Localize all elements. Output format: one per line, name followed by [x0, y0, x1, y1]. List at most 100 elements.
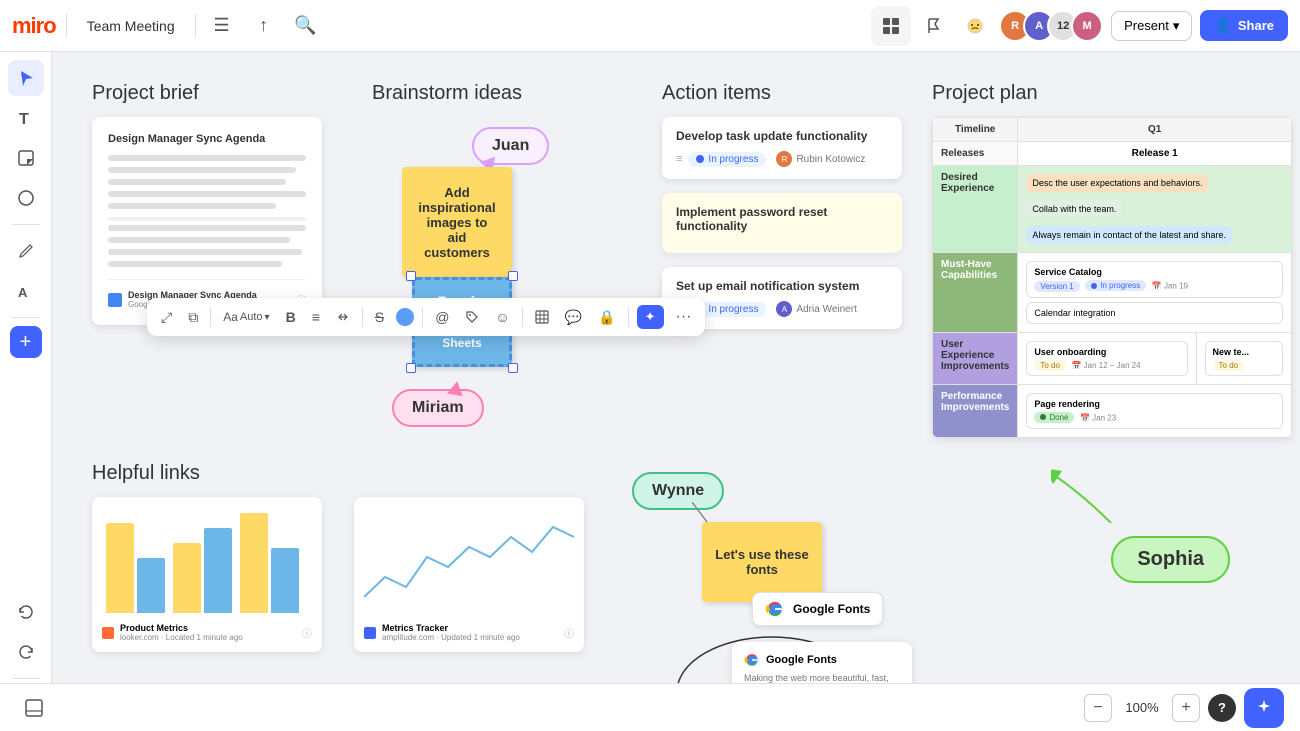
plan-card-collab: Collab with the team.	[1026, 200, 1122, 218]
ft-more[interactable]: ···	[672, 304, 696, 330]
sticky-tool[interactable]	[8, 140, 44, 176]
handle-br[interactable]	[508, 363, 518, 373]
calendar-card: Calendar integration	[1026, 302, 1283, 324]
svg-text:T: T	[19, 111, 29, 127]
help-button[interactable]: ?	[1208, 694, 1236, 722]
plan-th-timeline: Timeline	[933, 118, 1018, 142]
metrics-tracker-icon	[364, 627, 376, 639]
brief-card[interactable]: Design Manager Sync Agenda Design Manage…	[92, 117, 322, 325]
undo-tool[interactable]	[8, 594, 44, 630]
bar-chart	[102, 507, 312, 617]
in-progress-badge: In progress	[688, 152, 766, 167]
pen-tool[interactable]	[8, 233, 44, 269]
brief-divider	[108, 217, 306, 221]
product-metrics-text: Product Metrics looker.com · Located 1 m…	[120, 623, 243, 642]
share-button[interactable]: 👤 Share	[1200, 10, 1288, 41]
board-title[interactable]: Team Meeting	[77, 18, 185, 34]
google-fonts-badge[interactable]: Google Fonts	[752, 592, 883, 626]
v1-badge: Version 1	[1034, 281, 1079, 292]
ft-align[interactable]: ≡	[308, 305, 324, 329]
perf-cell: Page rendering Done 📅 Jan 23	[1018, 384, 1292, 437]
line-chart-container	[364, 507, 574, 617]
product-metrics-icon	[102, 627, 114, 639]
ft-size[interactable]: Aa Auto ▾	[219, 306, 273, 328]
zoom-minus-btn[interactable]: −	[1084, 694, 1112, 722]
ft-move[interactable]: ⤢	[157, 305, 176, 330]
present-button[interactable]: Present ▾	[1111, 11, 1192, 41]
handle-tr[interactable]	[508, 271, 518, 281]
miriam-bubble: Miriam	[392, 389, 484, 427]
onboarding-card: User onboarding To do 📅 Jan 12 – Jan 24	[1026, 341, 1187, 376]
handle-tl[interactable]	[406, 271, 416, 281]
service-catalog-card: Service Catalog Version 1 In progress 📅 …	[1026, 261, 1283, 298]
redo-tool[interactable]	[8, 634, 44, 670]
ux-cell-2: New te... To do	[1196, 332, 1291, 384]
card2-info-icon[interactable]: ⓘ	[564, 625, 574, 640]
project-plan-section: Project plan Timeline Q1 Releases Releas…	[932, 82, 1292, 438]
avatar-main: M	[1071, 10, 1103, 42]
action-card-3-title: Set up email notification system	[676, 279, 888, 293]
releases-label: Releases	[933, 142, 1018, 166]
action-card-2[interactable]: Implement password reset functionality	[662, 193, 902, 253]
zoom-percentage: 100%	[1120, 700, 1164, 715]
page-rendering-card: Page rendering Done 📅 Jan 23	[1026, 393, 1283, 429]
plan-th-q1: Q1	[1018, 118, 1292, 142]
ft-table[interactable]	[531, 306, 553, 328]
party-button[interactable]	[959, 10, 991, 42]
bottom-panel-btn[interactable]	[16, 690, 52, 726]
ft-color[interactable]	[396, 308, 414, 326]
card1-info-icon[interactable]: ⓘ	[302, 625, 312, 640]
ft-lock[interactable]: 🔒	[594, 305, 619, 330]
shape-tool[interactable]	[8, 180, 44, 216]
brief-line-7	[108, 237, 290, 243]
ft-link[interactable]	[332, 306, 354, 328]
brief-line-4	[108, 191, 306, 197]
todo-badge: To do	[1034, 360, 1066, 371]
helpful-links-section: Helpful links	[92, 462, 612, 652]
ft-copy[interactable]: ⧉	[184, 305, 202, 330]
project-brief-header: Project brief	[92, 82, 322, 105]
bar-b3	[271, 548, 299, 613]
action-card-1[interactable]: Develop task update functionality ≡ In p…	[662, 117, 902, 179]
ft-emoji[interactable]: ☺	[491, 305, 513, 329]
cursor-tool[interactable]	[8, 60, 44, 96]
flag-button[interactable]	[919, 10, 951, 42]
ft-magic[interactable]: ✦	[637, 305, 664, 329]
bar-b1	[137, 558, 165, 613]
bar-group-2	[173, 528, 232, 613]
todo-badge-2: To do	[1213, 360, 1245, 371]
menu-button[interactable]: ☰	[206, 10, 238, 42]
juan-bubble: Juan	[472, 127, 549, 165]
canvas: Project brief Design Manager Sync Agenda…	[52, 52, 1300, 683]
upload-button[interactable]: ↑	[248, 10, 280, 42]
topbar-separator	[66, 14, 67, 38]
product-metrics-card[interactable]: Product Metrics looker.com · Located 1 m…	[92, 497, 322, 652]
fonts-sticky[interactable]: Let's use these fonts	[702, 522, 822, 602]
magic-tools-button[interactable]	[1244, 688, 1284, 728]
zoom-plus-btn[interactable]: +	[1172, 694, 1200, 722]
search-button[interactable]: 🔍	[290, 10, 322, 42]
brief-line-6	[108, 225, 306, 231]
release1-cell: Release 1	[1018, 142, 1292, 166]
google-fonts-card[interactable]: Google Fonts Making the web more beautif…	[732, 642, 912, 683]
ft-tag[interactable]	[461, 306, 483, 328]
ft-strike[interactable]: S	[371, 305, 388, 329]
marker-tool[interactable]: A	[8, 273, 44, 309]
grid-view-button[interactable]	[871, 6, 911, 46]
ft-sep4	[522, 307, 523, 327]
svg-text:A: A	[18, 285, 28, 300]
topbar-right: R A 12 M Present ▾ 👤 Share	[871, 6, 1288, 46]
ft-bold[interactable]: B	[282, 305, 300, 329]
handle-bl[interactable]	[406, 363, 416, 373]
wynne-area: Wynne Let's use these fonts	[632, 472, 932, 510]
metrics-tracker-card[interactable]: Metrics Tracker amplitude.com · Updated …	[354, 497, 584, 652]
ft-mention[interactable]: @	[431, 305, 453, 329]
sophia-arrow	[1051, 463, 1131, 523]
text-tool[interactable]: T	[8, 100, 44, 136]
project-plan-header: Project plan	[932, 82, 1292, 105]
assignee-3: A Adria Weinert	[776, 301, 856, 317]
plan-card-desc1: Desc the user expectations and behaviors…	[1026, 174, 1208, 192]
ft-comment[interactable]: 💬	[561, 305, 586, 330]
add-tool[interactable]: +	[10, 326, 42, 358]
sticky-yellow-1[interactable]: Add inspirational images to aid customer…	[402, 167, 512, 277]
